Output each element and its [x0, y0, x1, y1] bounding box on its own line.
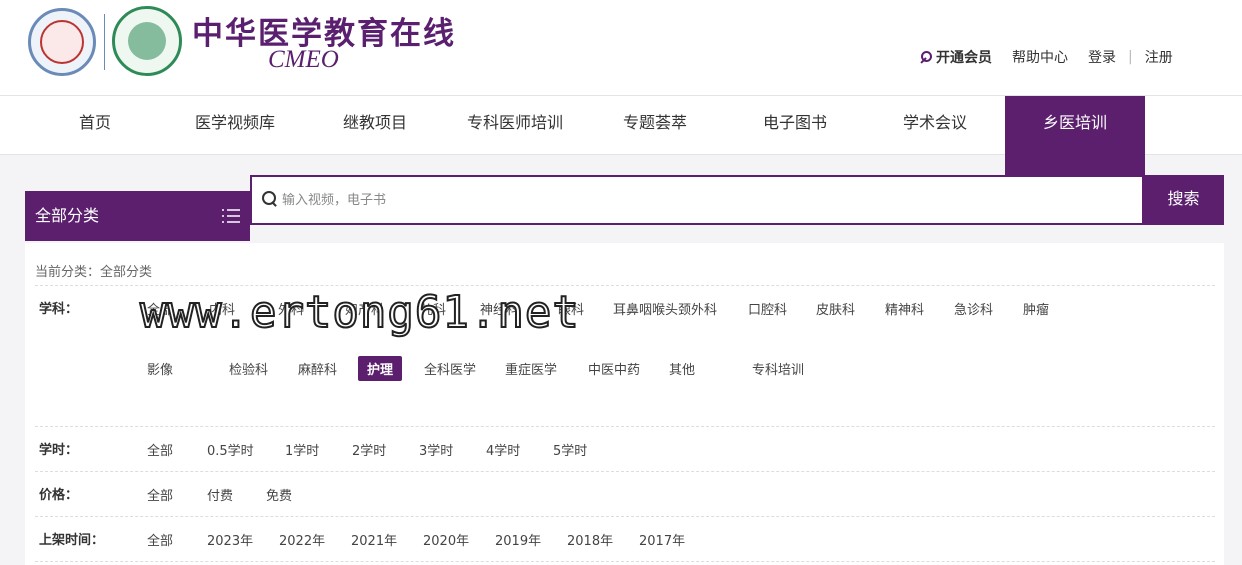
- hours-option-3[interactable]: 3学时: [419, 440, 453, 459]
- subject-option-ent[interactable]: 耳鼻咽喉头颈外科: [613, 299, 717, 318]
- subject-option-dermatology[interactable]: 皮肤科: [816, 299, 855, 318]
- price-option-free[interactable]: 免费: [266, 485, 292, 504]
- release-option-2021[interactable]: 2021年: [351, 530, 397, 549]
- top-links: 开通会员 帮助中心 登录 | 注册: [918, 47, 1173, 67]
- subject-option-obgyn[interactable]: 妇产科: [345, 299, 384, 318]
- hours-label: 学时：: [39, 443, 79, 458]
- subject-option-specialty-training[interactable]: 专科培训: [752, 359, 804, 378]
- hours-option-2[interactable]: 2学时: [352, 440, 386, 459]
- release-option-2020[interactable]: 2020年: [423, 530, 469, 549]
- search-icon: [262, 191, 278, 207]
- all-categories-label: 全部分类: [35, 206, 100, 225]
- subject-option-general-practice[interactable]: 全科医学: [424, 359, 476, 378]
- release-option-2023[interactable]: 2023年: [207, 530, 253, 549]
- open-vip-link[interactable]: 开通会员: [918, 47, 992, 67]
- cma-logo-icon[interactable]: [28, 8, 96, 76]
- nav-item-topics[interactable]: 专题荟萃: [605, 96, 705, 156]
- search-button[interactable]: 搜索: [1143, 175, 1224, 225]
- release-option-all[interactable]: 全部: [147, 530, 173, 549]
- subject-option-surgery[interactable]: 外科: [278, 299, 304, 318]
- list-icon: [222, 208, 240, 224]
- release-option-2017[interactable]: 2017年: [639, 530, 685, 549]
- nav-item-home[interactable]: 首页: [45, 96, 145, 156]
- hours-option-4[interactable]: 4学时: [486, 440, 520, 459]
- row-divider: [35, 426, 1215, 427]
- subject-label: 学科：: [39, 302, 79, 317]
- search-box: [250, 175, 1144, 225]
- hours-option-all[interactable]: 全部: [147, 440, 173, 459]
- subject-option-imaging[interactable]: 影像: [147, 359, 173, 378]
- price-label: 价格：: [39, 488, 79, 503]
- subject-option-internal[interactable]: 内科: [209, 299, 235, 318]
- current-category: 当前分类：全部分类: [35, 265, 153, 280]
- subject-option-psychiatry[interactable]: 精神科: [885, 299, 924, 318]
- nav-item-video-library[interactable]: 医学视频库: [180, 96, 290, 156]
- all-categories-button[interactable]: 全部分类: [25, 191, 250, 241]
- subject-option-tcm[interactable]: 中医中药: [588, 359, 640, 378]
- subject-option-ophthalmology[interactable]: 眼科: [558, 299, 584, 318]
- release-label: 上架时间：: [39, 533, 105, 548]
- logo-divider: [104, 14, 105, 70]
- main-nav: 首页 医学视频库 继教项目 专科医师培训 专题荟萃 电子图书 学术会议 乡医培训: [0, 95, 1242, 176]
- subject-option-all[interactable]: 全部: [147, 299, 173, 318]
- release-option-2019[interactable]: 2019年: [495, 530, 541, 549]
- register-link[interactable]: 注册: [1145, 47, 1173, 67]
- subject-option-oncology[interactable]: 肿瘤: [1023, 299, 1049, 318]
- subject-option-stomatology[interactable]: 口腔科: [748, 299, 787, 318]
- row-divider: [35, 471, 1215, 472]
- site-header: 中华医学教育在线 CMEO 开通会员 帮助中心 登录 | 注册: [0, 0, 1242, 95]
- subject-option-laboratory[interactable]: 检验科: [229, 359, 268, 378]
- hours-option-1[interactable]: 1学时: [285, 440, 319, 459]
- nav-item-cme-projects[interactable]: 继教项目: [325, 96, 425, 156]
- search-input[interactable]: [282, 177, 1132, 223]
- hours-option-0-5[interactable]: 0.5学时: [207, 440, 254, 459]
- nav-item-rural-training[interactable]: 乡医培训: [1005, 96, 1145, 176]
- subject-option-nursing[interactable]: 护理: [358, 356, 403, 381]
- help-center-link[interactable]: 帮助中心: [1012, 47, 1068, 67]
- subject-option-anesthesia[interactable]: 麻醉科: [298, 359, 337, 378]
- subject-option-emergency[interactable]: 急诊科: [954, 299, 993, 318]
- price-option-paid[interactable]: 付费: [207, 485, 233, 504]
- release-option-2022[interactable]: 2022年: [279, 530, 325, 549]
- brand-subtitle: CMEO: [268, 46, 339, 73]
- filter-panel: 当前分类：全部分类 学科： 全部 内科 外科 妇产科 儿科 神经科 眼科 耳鼻咽…: [25, 243, 1224, 565]
- nav-item-specialist-training[interactable]: 专科医师培训: [455, 96, 575, 156]
- link-divider: |: [1128, 49, 1133, 65]
- open-vip-label: 开通会员: [936, 50, 992, 66]
- row-divider: [35, 516, 1215, 517]
- subject-option-pediatrics[interactable]: 儿科: [420, 299, 446, 318]
- row-divider: [35, 561, 1215, 562]
- login-link[interactable]: 登录: [1088, 47, 1116, 67]
- nav-item-conferences[interactable]: 学术会议: [885, 96, 985, 156]
- subject-option-critical-care[interactable]: 重症医学: [505, 359, 557, 378]
- price-option-all[interactable]: 全部: [147, 485, 173, 504]
- release-option-2018[interactable]: 2018年: [567, 530, 613, 549]
- key-icon: [918, 50, 932, 64]
- subject-option-other[interactable]: 其他: [669, 359, 695, 378]
- hours-option-5[interactable]: 5学时: [553, 440, 587, 459]
- education-logo-icon[interactable]: [112, 6, 182, 76]
- nav-item-ebooks[interactable]: 电子图书: [745, 96, 845, 156]
- subject-option-neurology[interactable]: 神经科: [480, 299, 519, 318]
- row-divider: [35, 285, 1215, 286]
